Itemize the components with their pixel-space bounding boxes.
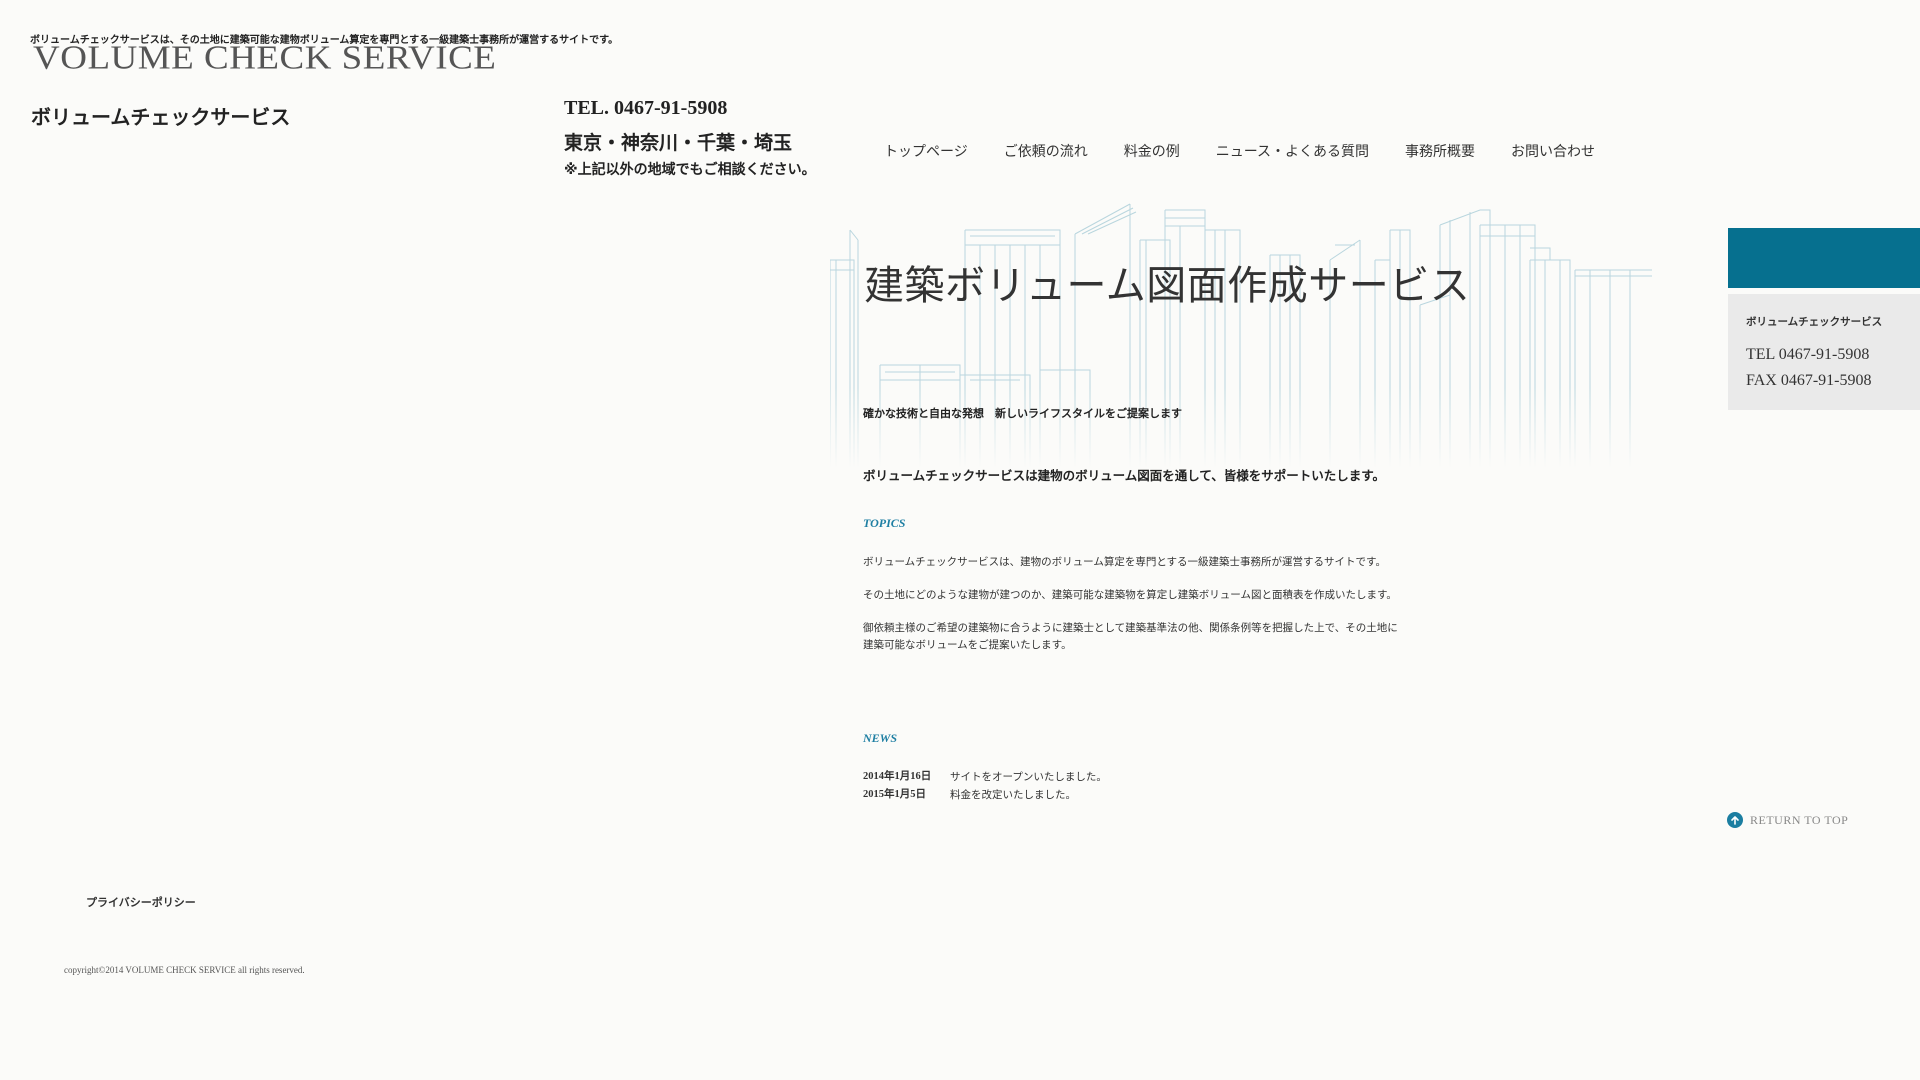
sidebar-accent-bar <box>1728 228 1920 288</box>
topics-paragraph: ボリュームチェックサービスは、建物のボリューム算定を専門とする一級建築士事務所が… <box>863 556 1387 568</box>
header-tel: TEL. 0467-91-5908 <box>564 97 728 119</box>
topics-heading: TOPICS <box>863 516 906 530</box>
sidebar-tel: TEL 0467-91-5908 <box>1746 346 1870 363</box>
hero-building-illustration <box>830 200 1652 468</box>
nav-item-pricing[interactable]: 料金の例 <box>1124 141 1180 161</box>
service-area-note: ※上記以外の地域でもご相談ください。 <box>564 162 816 178</box>
news-text: サイトをオープンいたしました。 <box>950 771 1107 783</box>
news-date: 2014年1月16日 <box>863 771 932 782</box>
topics-body: ボリュームチェックサービスは、建物のボリューム算定を専門とする一級建築士事務所が… <box>863 554 1398 670</box>
nav-item-contact[interactable]: お問い合わせ <box>1511 141 1595 161</box>
site-logo[interactable]: VOLUME CHECK SERVICE <box>33 38 496 78</box>
hero-subtitle: 確かな技術と自由な発想 新しいライフスタイルをご提案します <box>863 407 1182 420</box>
news-text: 料金を改定いたしました。 <box>950 789 1076 801</box>
return-to-top-label: RETURN TO TOP <box>1750 812 1849 827</box>
nav-item-news-faq[interactable]: ニュース・よくある質問 <box>1216 141 1369 161</box>
main-nav: トップページ ご依頼の流れ 料金の例 ニュース・よくある質問 事務所概要 お問い… <box>884 141 1631 161</box>
intro-text: ボリュームチェックサービスは建物のボリューム図面を通して、皆様をサポートいたしま… <box>863 468 1386 483</box>
nav-item-flow[interactable]: ご依頼の流れ <box>1004 141 1088 161</box>
news-list: 2014年1月16日 サイトをオープンいたしました。 2015年1月5日 料金を… <box>863 768 1107 804</box>
return-to-top-link[interactable]: RETURN TO TOP <box>1727 812 1848 828</box>
hero-title: 建築ボリューム図面作成サービス <box>864 263 1471 309</box>
news-heading: NEWS <box>863 731 898 745</box>
news-item: 2014年1月16日 サイトをオープンいたしました。 <box>863 768 1107 786</box>
nav-item-office[interactable]: 事務所概要 <box>1405 141 1475 161</box>
topics-paragraph: 御依頼主様のご希望の建築物に合うように建築士として建築基準法の他、関係条例等を把… <box>863 622 1398 651</box>
arrow-up-circle-icon <box>1727 812 1743 828</box>
news-item: 2015年1月5日 料金を改定いたしました。 <box>863 786 1107 804</box>
privacy-policy-link[interactable]: プライバシーポリシー <box>86 894 196 910</box>
news-date: 2015年1月5日 <box>863 789 926 800</box>
topics-paragraph: その土地にどのような建物が建つのか、建築可能な建築物を算定し建築ボリューム図と面… <box>863 589 1397 601</box>
site-name: ボリュームチェックサービス <box>31 105 291 129</box>
copyright-text: copyright©2014 VOLUME CHECK SERVICE all … <box>64 965 305 975</box>
sidebar-fax: FAX 0467-91-5908 <box>1746 372 1872 389</box>
service-area: 東京・神奈川・千葉・埼玉 <box>564 132 793 154</box>
nav-item-top[interactable]: トップページ <box>884 141 968 161</box>
sidebar-company-name: ボリュームチェックサービス <box>1746 316 1883 328</box>
